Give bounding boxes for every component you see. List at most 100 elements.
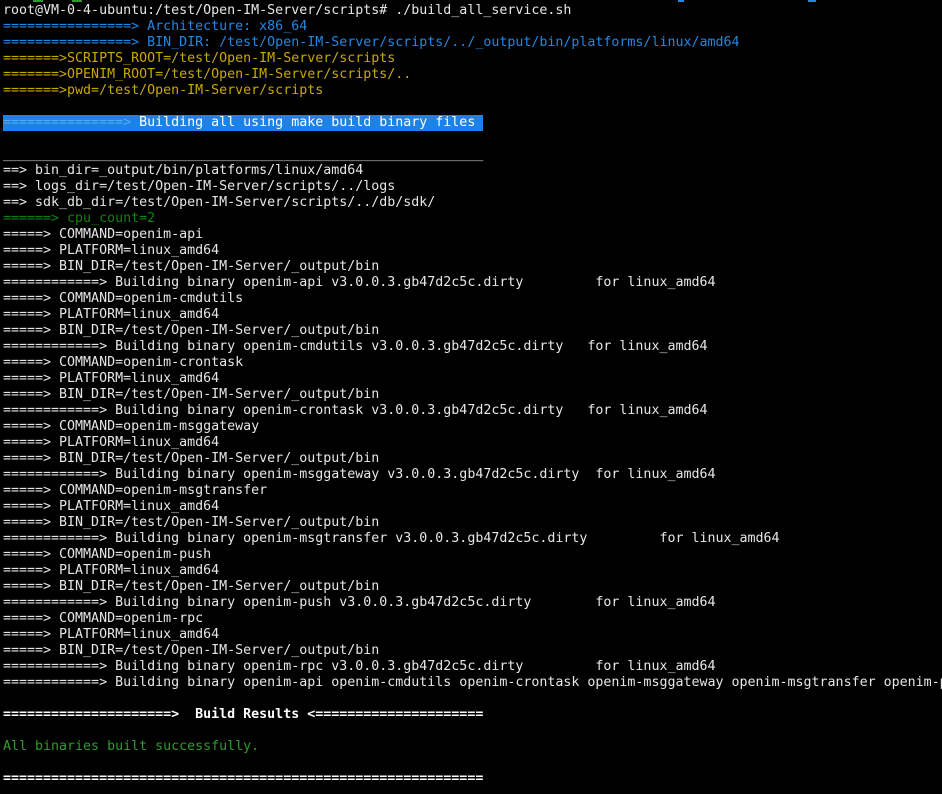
- terminal-text-segment: ============> Building binary openim-rpc…: [3, 659, 715, 674]
- terminal-text-segment: =====> COMMAND=openim-api: [3, 227, 203, 242]
- terminal-line: ======> cpu_count=2: [3, 211, 942, 227]
- terminal-line: =====> PLATFORM=linux_amd64: [3, 563, 942, 579]
- terminal-text-segment: ============> Building binary openim-cro…: [3, 403, 707, 418]
- terminal-line: ============> Building binary openim-msg…: [3, 467, 942, 483]
- terminal-text-segment: root@VM-0-4-ubuntu:/test/Open-IM-Server/…: [3, 3, 571, 18]
- terminal-text-segment: ================> BIN_DIR: /test/Open-IM…: [3, 35, 740, 50]
- terminal-text-segment: =====> BIN_DIR=/test/Open-IM-Server/_out…: [3, 259, 379, 274]
- terminal-text-segment: ============> Building binary openim-api…: [3, 275, 715, 290]
- terminal-text-segment: =====================> Build Results <==…: [3, 707, 483, 722]
- terminal-line: ============> Building binary openim-api…: [3, 275, 942, 291]
- terminal-text-segment: ================> Architecture: x86_64: [3, 19, 307, 34]
- terminal-line: [3, 723, 942, 739]
- terminal-line: All binaries built successfully.: [3, 739, 942, 755]
- terminal-text-segment: =======>OPENIM_ROOT=/test/Open-IM-Server…: [3, 67, 411, 82]
- clipped-text-artifact: [72, 0, 82, 2]
- terminal-line: =====================> Build Results <==…: [3, 707, 942, 723]
- terminal-text-segment: ======> cpu_count=2: [3, 211, 155, 226]
- terminal-line: ________________________________________…: [3, 147, 942, 163]
- terminal-line: =====> BIN_DIR=/test/Open-IM-Server/_out…: [3, 259, 942, 275]
- terminal-text-segment: =====> PLATFORM=linux_amd64: [3, 499, 219, 514]
- terminal-line: [3, 691, 942, 707]
- terminal-line: ===============> Building all using make…: [3, 115, 483, 131]
- terminal-line: =====> PLATFORM=linux_amd64: [3, 499, 942, 515]
- terminal-line: ============> Building binary openim-api…: [3, 675, 942, 691]
- terminal-line: =====> COMMAND=openim-msgtransfer: [3, 483, 942, 499]
- terminal-text-segment: ============> Building binary openim-pus…: [3, 595, 715, 610]
- terminal-line: ================> Architecture: x86_64: [3, 19, 942, 35]
- terminal-text-segment: All binaries built successfully.: [3, 739, 259, 754]
- terminal-line: ================> BIN_DIR: /test/Open-IM…: [3, 35, 942, 51]
- terminal-text-segment: ==> sdk_db_dir=/test/Open-IM-Server/scri…: [3, 195, 435, 210]
- terminal-line: root@VM-0-4-ubuntu:/test/Open-IM-Server/…: [3, 3, 942, 19]
- terminal-text-segment: =====> PLATFORM=linux_amd64: [3, 563, 219, 578]
- terminal-text-segment: =====> BIN_DIR=/test/Open-IM-Server/_out…: [3, 515, 379, 530]
- terminal-text-segment: =====> PLATFORM=linux_amd64: [3, 307, 219, 322]
- terminal-text-segment: =====> COMMAND=openim-crontask: [3, 355, 243, 370]
- clipped-text-artifact: [678, 0, 684, 2]
- terminal-text-segment: ========================================…: [3, 771, 483, 786]
- terminal-text-segment: =====> COMMAND=openim-msgtransfer: [3, 483, 267, 498]
- terminal-line: =====> COMMAND=openim-cmdutils: [3, 291, 942, 307]
- terminal-line: =====> PLATFORM=linux_amd64: [3, 435, 942, 451]
- terminal-line: =====> BIN_DIR=/test/Open-IM-Server/_out…: [3, 579, 942, 595]
- terminal-line: =====> BIN_DIR=/test/Open-IM-Server/_out…: [3, 643, 942, 659]
- terminal-text-segment: =======>pwd=/test/Open-IM-Server/scripts: [3, 83, 323, 98]
- terminal-text-segment: =======>SCRIPTS_ROOT=/test/Open-IM-Serve…: [3, 51, 395, 66]
- terminal-window: root@VM-0-4-ubuntu:/test/Open-IM-Server/…: [0, 0, 942, 794]
- terminal-text-segment: =====> BIN_DIR=/test/Open-IM-Server/_out…: [3, 643, 379, 658]
- terminal-screen[interactable]: root@VM-0-4-ubuntu:/test/Open-IM-Server/…: [3, 3, 942, 794]
- terminal-text-segment: =====> BIN_DIR=/test/Open-IM-Server/_out…: [3, 579, 379, 594]
- terminal-line: =====> COMMAND=openim-push: [3, 547, 942, 563]
- terminal-text-segment: =====> PLATFORM=linux_amd64: [3, 435, 219, 450]
- terminal-line: ==> bin_dir=_output/bin/platforms/linux/…: [3, 163, 942, 179]
- terminal-text-segment: ============> Building binary openim-cmd…: [3, 339, 707, 354]
- clipped-text-artifact: [33, 0, 43, 2]
- terminal-text-segment: =====> BIN_DIR=/test/Open-IM-Server/_out…: [3, 387, 379, 402]
- terminal-line: ============> Building binary openim-cmd…: [3, 339, 942, 355]
- terminal-text-segment: =====> COMMAND=openim-cmdutils: [3, 291, 243, 306]
- terminal-line: [3, 99, 942, 115]
- terminal-text-segment: ============> Building binary openim-msg…: [3, 467, 715, 482]
- terminal-text-segment: =====> PLATFORM=linux_amd64: [3, 371, 219, 386]
- clipped-text-artifact: [808, 0, 816, 2]
- terminal-line: =====> PLATFORM=linux_amd64: [3, 627, 942, 643]
- terminal-line: ==> logs_dir=/test/Open-IM-Server/script…: [3, 179, 942, 195]
- terminal-text-segment: ==> logs_dir=/test/Open-IM-Server/script…: [3, 179, 395, 194]
- terminal-line: =====> BIN_DIR=/test/Open-IM-Server/_out…: [3, 323, 942, 339]
- terminal-line: ============> Building binary openim-pus…: [3, 595, 942, 611]
- terminal-text-segment: =====> COMMAND=openim-rpc: [3, 611, 203, 626]
- terminal-line: ============> Building binary openim-msg…: [3, 531, 942, 547]
- terminal-line: =======>pwd=/test/Open-IM-Server/scripts: [3, 83, 942, 99]
- terminal-line: =====> COMMAND=openim-api: [3, 227, 942, 243]
- terminal-text-segment: =====> BIN_DIR=/test/Open-IM-Server/_out…: [3, 451, 379, 466]
- terminal-line: ==> sdk_db_dir=/test/Open-IM-Server/scri…: [3, 195, 942, 211]
- terminal-line: =====> BIN_DIR=/test/Open-IM-Server/_out…: [3, 515, 942, 531]
- terminal-text-segment: ==> bin_dir=_output/bin/platforms/linux/…: [3, 163, 363, 178]
- terminal-text-segment: =====> PLATFORM=linux_amd64: [3, 243, 219, 258]
- terminal-line: =====> BIN_DIR=/test/Open-IM-Server/_out…: [3, 451, 942, 467]
- terminal-text-segment: =====> COMMAND=openim-msggateway: [3, 419, 259, 434]
- terminal-line: =====> COMMAND=openim-rpc: [3, 611, 942, 627]
- terminal-line: =======>OPENIM_ROOT=/test/Open-IM-Server…: [3, 67, 942, 83]
- terminal-text-segment: ============> Building binary openim-api…: [3, 675, 942, 690]
- terminal-line: ============> Building binary openim-rpc…: [3, 659, 942, 675]
- terminal-line: =====> COMMAND=openim-msggateway: [3, 419, 942, 435]
- terminal-line: [3, 755, 942, 771]
- terminal-line: [3, 131, 942, 147]
- terminal-text-segment: =====> PLATFORM=linux_amd64: [3, 627, 219, 642]
- terminal-line: =====> BIN_DIR=/test/Open-IM-Server/_out…: [3, 387, 942, 403]
- terminal-line: =====> PLATFORM=linux_amd64: [3, 371, 942, 387]
- terminal-text-segment: =====> COMMAND=openim-push: [3, 547, 211, 562]
- terminal-text-segment: =====> BIN_DIR=/test/Open-IM-Server/_out…: [3, 323, 379, 338]
- terminal-text-segment: ===============>: [3, 115, 139, 130]
- terminal-line: =====> PLATFORM=linux_amd64: [3, 243, 942, 259]
- terminal-text-segment: ============> Building binary openim-msg…: [3, 531, 780, 546]
- terminal-line: ========================================…: [3, 771, 942, 787]
- terminal-line: =====> COMMAND=openim-crontask: [3, 355, 942, 371]
- terminal-line: =====> PLATFORM=linux_amd64: [3, 307, 942, 323]
- terminal-line: ============> Building binary openim-cro…: [3, 403, 942, 419]
- terminal-line: =======>SCRIPTS_ROOT=/test/Open-IM-Serve…: [3, 51, 942, 67]
- terminal-text-segment: ________________________________________…: [3, 147, 483, 162]
- terminal-text-segment: Building all using make build binary fil…: [139, 115, 483, 130]
